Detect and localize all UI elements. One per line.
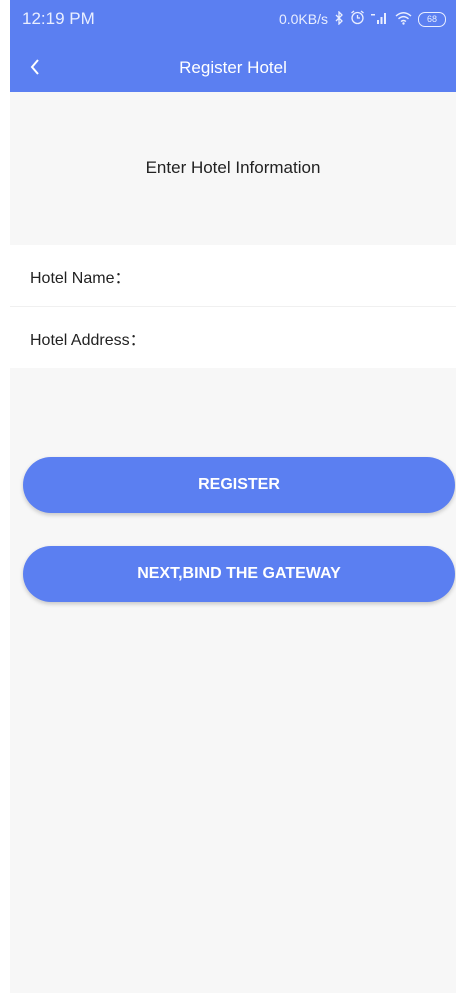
bluetooth-icon xyxy=(334,9,344,28)
bind-gateway-button[interactable]: NEXT,BIND THE GATEWAY xyxy=(23,546,455,602)
hotel-name-row: Hotel Name： xyxy=(10,245,456,307)
hotel-address-label: Hotel Address： xyxy=(30,331,146,349)
hotel-name-input[interactable] xyxy=(130,254,440,297)
hotel-form: Hotel Name： Hotel Address： xyxy=(10,245,456,368)
hotel-name-label: Hotel Name： xyxy=(30,269,131,287)
section-title: Enter Hotel Information xyxy=(145,158,321,177)
signal-icon xyxy=(371,11,389,28)
register-button[interactable]: REGISTER xyxy=(23,457,455,513)
hotel-address-input[interactable] xyxy=(145,316,440,359)
status-time: 12:19 PM xyxy=(22,9,95,28)
network-speed: 0.0KB/s xyxy=(278,11,328,27)
nav-bar: Register Hotel xyxy=(10,42,456,92)
battery-icon: 68 xyxy=(418,11,446,27)
hotel-address-row: Hotel Address： xyxy=(10,307,456,368)
section-header: Enter Hotel Information xyxy=(10,92,456,244)
status-bar: 12:19 PM 0.0KB/s 68 xyxy=(10,0,456,42)
alarm-icon xyxy=(350,10,365,28)
page-title: Register Hotel xyxy=(179,58,287,77)
wifi-icon xyxy=(395,11,412,28)
status-icons: 0.0KB/s 68 xyxy=(278,9,446,28)
app-screen: 12:19 PM 0.0KB/s 68 Register Hotel Enter… xyxy=(10,0,456,993)
